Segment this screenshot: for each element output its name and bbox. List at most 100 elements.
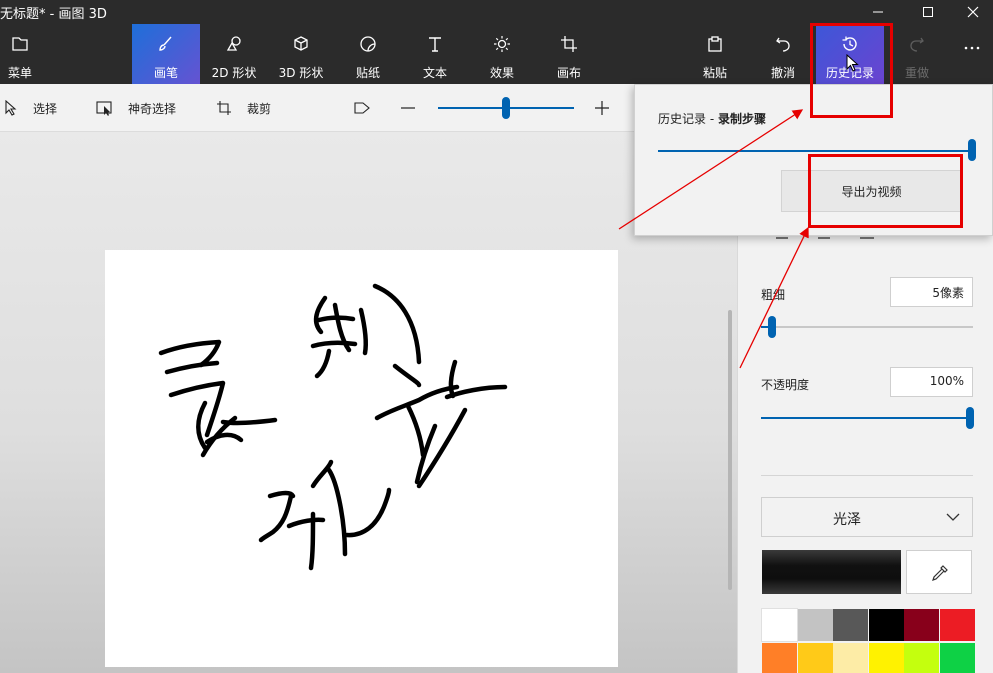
history-title-recording: 录制步骤 <box>717 112 766 126</box>
window-title: 无标题* - 画图 3D <box>0 7 107 22</box>
palette-swatch[interactable] <box>833 643 868 673</box>
eyedropper-button[interactable] <box>906 550 972 594</box>
brush-thumb-divider <box>776 237 788 239</box>
palette-swatch[interactable] <box>797 643 833 673</box>
canvas-scrollbar[interactable] <box>728 310 732 590</box>
menu-button[interactable]: 菜单 <box>0 24 54 84</box>
thickness-slider-thumb[interactable] <box>768 316 776 338</box>
mouse-cursor-icon <box>846 54 859 72</box>
brush-icon <box>159 36 172 51</box>
tab-brushes-label: 画笔 <box>153 66 178 80</box>
opacity-slider-track[interactable] <box>761 417 970 419</box>
paste-button[interactable]: 粘贴 <box>681 24 749 84</box>
redo-button[interactable]: 重做 <box>883 24 951 84</box>
shapes-2d-icon <box>226 36 241 51</box>
tab-stickers[interactable]: 贴纸 <box>334 24 402 84</box>
zoom-in-button[interactable] <box>594 84 612 132</box>
undo-button[interactable]: 撤消 <box>749 24 817 84</box>
brush-thumb-divider <box>860 237 874 239</box>
tab-effects-label: 效果 <box>489 66 514 80</box>
brush-thumb-divider <box>818 237 830 239</box>
history-icon <box>842 36 857 51</box>
menu-label: 菜单 <box>7 66 32 80</box>
paste-label: 粘贴 <box>702 66 727 80</box>
history-title: 历史记录 - 录制步骤 <box>658 110 766 127</box>
history-title-prefix: 历史记录 - <box>658 112 718 126</box>
palette-swatch[interactable] <box>833 609 868 641</box>
eyedropper-icon <box>932 565 948 581</box>
flag-view-icon <box>354 102 370 114</box>
thickness-label: 粗细 <box>761 288 786 302</box>
opacity-input[interactable]: 100% <box>890 367 973 397</box>
palette-swatch[interactable] <box>761 608 798 642</box>
tab-canvas[interactable]: 画布 <box>535 24 603 84</box>
palette-swatch[interactable] <box>797 609 833 641</box>
palette-swatch[interactable] <box>939 609 975 641</box>
title-bar: 无标题* - 画图 3D <box>0 0 993 24</box>
more-button[interactable] <box>950 24 993 84</box>
tab-canvas-label: 画布 <box>556 66 581 80</box>
maximize-icon <box>923 7 933 17</box>
sun-icon <box>494 36 510 52</box>
maximize-button[interactable] <box>905 0 951 24</box>
history-slider-track[interactable] <box>658 150 970 152</box>
pointer-select-icon <box>5 100 17 116</box>
plus-icon <box>595 101 609 115</box>
palette-swatch[interactable] <box>939 643 975 673</box>
tab-stickers-label: 贴纸 <box>355 66 380 80</box>
magic-select-icon <box>96 101 112 116</box>
opacity-slider-thumb[interactable] <box>966 407 974 429</box>
palette-swatch[interactable] <box>904 643 939 673</box>
drawing-canvas[interactable] <box>105 250 618 667</box>
folder-icon <box>12 37 28 51</box>
view-3d-button[interactable] <box>353 84 371 132</box>
minimize-button[interactable] <box>855 0 901 24</box>
current-color-swatch[interactable] <box>762 550 901 594</box>
tab-text[interactable]: 文本 <box>401 24 469 84</box>
close-button[interactable] <box>950 0 993 24</box>
finish-dropdown[interactable]: 光泽 <box>761 497 973 537</box>
crop-button[interactable]: 裁剪 <box>216 84 276 132</box>
crop-label: 裁剪 <box>247 102 272 116</box>
more-icon <box>964 46 979 50</box>
palette-swatch[interactable] <box>868 609 904 641</box>
main-ribbon: 菜单 画笔 2D 形状 3D 形状 贴纸 文本 效果 画布 粘贴 撤消 历史记录 <box>0 24 993 84</box>
select-tool-label: 选择 <box>33 102 58 116</box>
export-video-button[interactable]: 导出为视频 <box>781 170 962 212</box>
tab-3d-shapes[interactable]: 3D 形状 <box>267 24 335 84</box>
sticker-icon <box>360 36 376 52</box>
handwriting-strokes <box>158 283 508 571</box>
zoom-slider-thumb[interactable] <box>502 97 510 119</box>
thickness-slider-track[interactable] <box>761 326 973 328</box>
tab-brushes[interactable]: 画笔 <box>132 24 200 84</box>
opacity-label: 不透明度 <box>761 378 810 392</box>
finish-value: 光泽 <box>833 512 861 528</box>
select-tool-button[interactable]: 选择 <box>4 84 64 132</box>
palette-swatch[interactable] <box>762 643 797 673</box>
zoom-out-button[interactable] <box>400 84 418 132</box>
tab-text-label: 文本 <box>422 66 447 80</box>
chevron-down-icon <box>946 513 960 521</box>
magic-select-button[interactable]: 神奇选择 <box>96 84 186 132</box>
history-flyout: 历史记录 - 录制步骤 <box>634 84 993 236</box>
tab-2d-shapes[interactable]: 2D 形状 <box>200 24 268 84</box>
palette-swatch[interactable] <box>904 609 939 641</box>
thickness-input[interactable]: 5像素 <box>890 277 973 307</box>
tab-3d-shapes-label: 3D 形状 <box>278 66 324 80</box>
close-icon <box>967 6 979 18</box>
minimize-icon <box>873 11 883 13</box>
undo-icon <box>776 37 790 52</box>
history-slider-thumb[interactable] <box>968 139 976 161</box>
undo-label: 撤消 <box>770 66 795 80</box>
tab-effects[interactable]: 效果 <box>468 24 536 84</box>
minus-icon <box>401 107 415 109</box>
canvas-crop-icon <box>561 36 577 52</box>
palette-swatch[interactable] <box>868 643 904 673</box>
clipboard-icon <box>708 36 722 52</box>
cube-icon <box>294 36 308 51</box>
panel-divider <box>761 475 973 476</box>
text-icon <box>429 37 441 52</box>
magic-select-label: 神奇选择 <box>128 102 177 116</box>
redo-icon <box>910 37 924 52</box>
tab-2d-shapes-label: 2D 形状 <box>211 66 257 80</box>
